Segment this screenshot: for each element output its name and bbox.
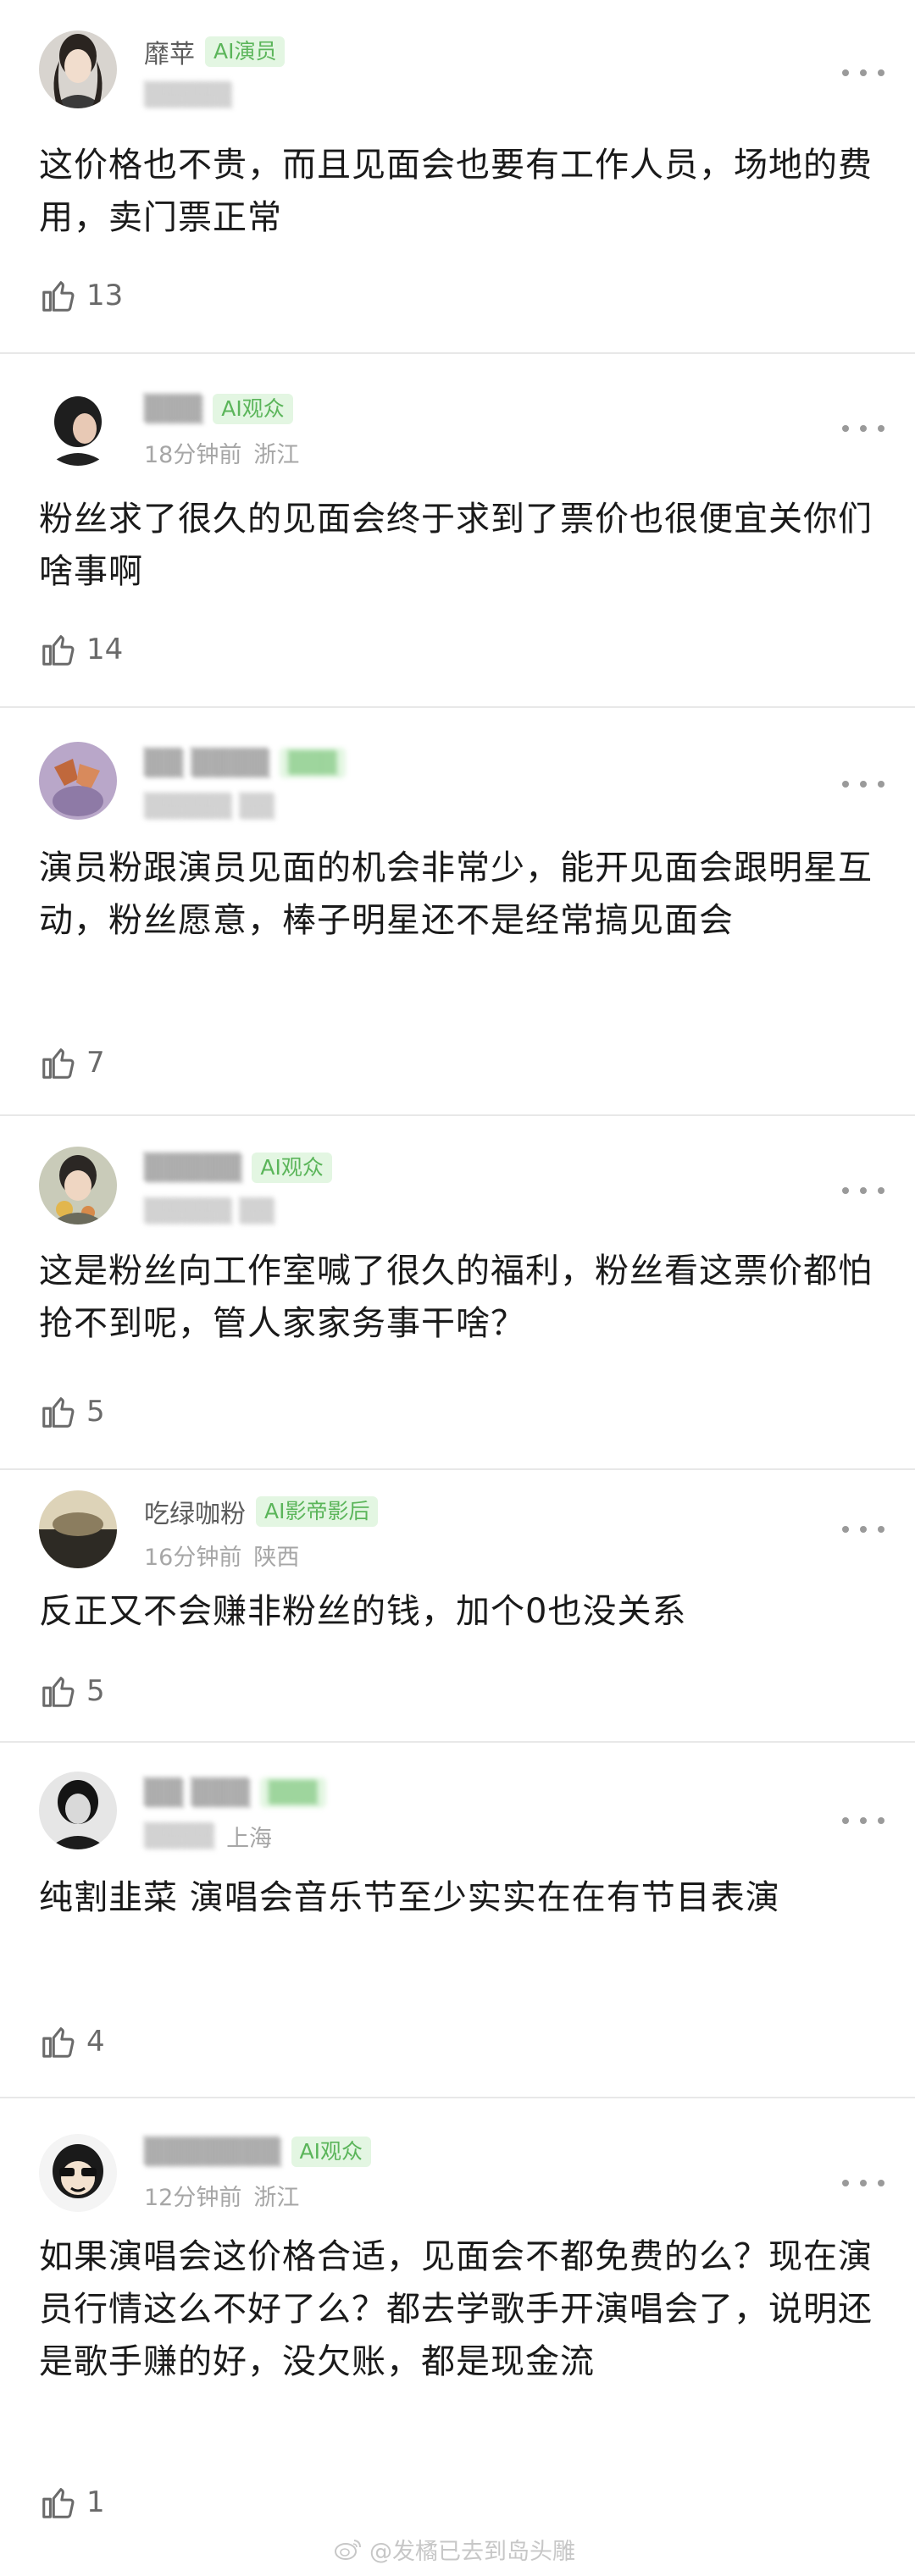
avatar[interactable]	[39, 1147, 117, 1224]
comment-item: ▒▒▒▒▒ AI观众 ▒▒▒▒▒ ▒▒ 这是粉丝向工作室喊了很久的福利，粉丝看这…	[0, 1116, 915, 1470]
comment-text: 反正又不会赚非粉丝的钱，加个0也没关系	[39, 1592, 687, 1631]
user-badge: ▒▒▒	[259, 1777, 326, 1808]
like-count: 4	[86, 2025, 105, 2059]
comment-time: 16分钟前	[144, 1544, 242, 1571]
username[interactable]: 靡苹	[144, 33, 195, 70]
comment-item: 吃绿咖粉 AI影帝影后 16分钟前 陕西 反正又不会赚非粉丝的钱，加个0也没关系…	[0, 1470, 915, 1743]
like-count: 13	[86, 279, 124, 312]
comment-text: 这价格也不贵，而且见面会也要有工作人员，场地的费用，卖门票正常	[39, 146, 873, 237]
comment-text: 这是粉丝向工作室喊了很久的福利，粉丝看这票价都怕抢不到呢，管人家家务事干啥？	[39, 1252, 873, 1343]
comment-item: 靡苹 AI演员 ▒▒▒▒▒ 这价格也不贵，而且见面会也要有工作人员，场地的费用，…	[0, 0, 915, 354]
avatar[interactable]	[39, 1490, 117, 1568]
username[interactable]: 吃绿咖粉	[144, 1493, 246, 1530]
thumbs-up-icon[interactable]	[39, 276, 78, 315]
avatar[interactable]	[39, 742, 117, 820]
more-dots-icon[interactable]	[842, 776, 884, 793]
comment-text: 纯割韭菜 演唱会音乐节至少实实在在有节目表演	[39, 1878, 780, 1917]
username[interactable]: ▒▒ ▒▒▒	[144, 1778, 250, 1808]
comment-location: 浙江	[253, 2184, 300, 2211]
comment-text: 如果演唱会这价格合适，见面会不都免费的么？现在演员行情这么不好了么？都去学歌手开…	[39, 2237, 873, 2381]
user-badge: AI影帝影后	[256, 1496, 379, 1527]
comment-text: 演员粉跟演员见面的机会非常少，能开见面会跟明星互动，粉丝愿意，棒子明星还不是经常…	[39, 849, 873, 940]
like-count: 14	[86, 633, 124, 666]
more-dots-icon[interactable]	[842, 420, 884, 437]
username[interactable]: ▒▒▒▒▒	[144, 1153, 241, 1183]
username[interactable]: ▒▒ ▒▒▒▒	[144, 749, 269, 778]
comment-meta: ▒▒▒▒ 上海	[144, 1819, 272, 1853]
watermark: @发橘已去到岛头雕	[334, 2530, 575, 2568]
comment-time: ▒▒▒▒▒	[144, 81, 232, 108]
like-count: 5	[86, 1674, 105, 1708]
thumbs-up-icon[interactable]	[39, 2483, 78, 2522]
username[interactable]: ▒▒▒▒▒▒▒	[144, 2137, 281, 2167]
comment-meta: 12分钟前 浙江	[144, 2178, 299, 2212]
comment-location: 浙江	[253, 441, 300, 468]
avatar[interactable]	[39, 388, 117, 466]
comment-meta: 16分钟前 陕西	[144, 1538, 299, 1572]
thumbs-up-icon[interactable]	[39, 630, 78, 669]
comment-location: 陕西	[253, 1544, 300, 1571]
like-count: 5	[86, 1395, 105, 1429]
thumbs-up-icon[interactable]	[39, 1392, 78, 1431]
comment-time: 18分钟前	[144, 441, 242, 468]
weibo-logo-icon	[335, 2540, 361, 2560]
user-badge: ▒▒▒	[279, 748, 346, 778]
more-dots-icon[interactable]	[842, 2175, 884, 2192]
user-badge: AI演员	[205, 36, 286, 67]
avatar[interactable]	[39, 30, 117, 108]
comment-meta: 18分钟前 浙江	[144, 435, 299, 469]
comment-time: ▒▒▒▒▒ ▒▒	[144, 793, 274, 820]
comment-time: ▒▒▒▒	[144, 1822, 215, 1849]
thumbs-up-icon[interactable]	[39, 2022, 78, 2061]
more-dots-icon[interactable]	[842, 1521, 884, 1538]
thumbs-up-icon[interactable]	[39, 1043, 78, 1082]
thumbs-up-icon[interactable]	[39, 1672, 78, 1711]
watermark-text: @发橘已去到岛头雕	[369, 2538, 575, 2565]
comment-text: 粉丝求了很久的见面会终于求到了票价也很便宜关你们啥事啊	[39, 500, 873, 591]
like-count: 7	[86, 1046, 105, 1080]
comment-time: 12分钟前	[144, 2184, 242, 2211]
more-dots-icon[interactable]	[842, 64, 884, 81]
comment-item: ▒▒▒▒▒▒▒ AI观众 12分钟前 浙江 如果演唱会这价格合适，见面会不都免费…	[0, 2098, 915, 2576]
comment-location: 上海	[226, 1825, 273, 1852]
avatar[interactable]	[39, 1772, 117, 1849]
comment-time: ▒▒▒▒▒ ▒▒	[144, 1197, 274, 1224]
more-dots-icon[interactable]	[842, 1812, 884, 1829]
like-count: 1	[86, 2485, 105, 2519]
username[interactable]: ▒▒▒	[144, 395, 202, 424]
comment-meta: ▒▒▒▒▒ ▒▒	[144, 789, 274, 823]
comment-item: ▒▒▒ AI观众 18分钟前 浙江 粉丝求了很久的见面会终于求到了票价也很便宜关…	[0, 354, 915, 708]
comment-item: ▒▒ ▒▒▒ ▒▒▒ ▒▒▒▒ 上海 纯割韭菜 演唱会音乐节至少实实在在有节目表…	[0, 1743, 915, 2098]
user-badge: AI观众	[252, 1153, 332, 1183]
avatar[interactable]	[39, 2134, 117, 2212]
user-badge: AI观众	[291, 2137, 371, 2167]
comment-item: ▒▒ ▒▒▒▒ ▒▒▒ ▒▒▒▒▒ ▒▒ 演员粉跟演员见面的机会非常少，能开见面…	[0, 708, 915, 1116]
comment-meta: ▒▒▒▒▒ ▒▒	[144, 1194, 274, 1228]
comment-meta: ▒▒▒▒▒	[144, 78, 232, 112]
more-dots-icon[interactable]	[842, 1182, 884, 1199]
user-badge: AI观众	[213, 394, 293, 424]
